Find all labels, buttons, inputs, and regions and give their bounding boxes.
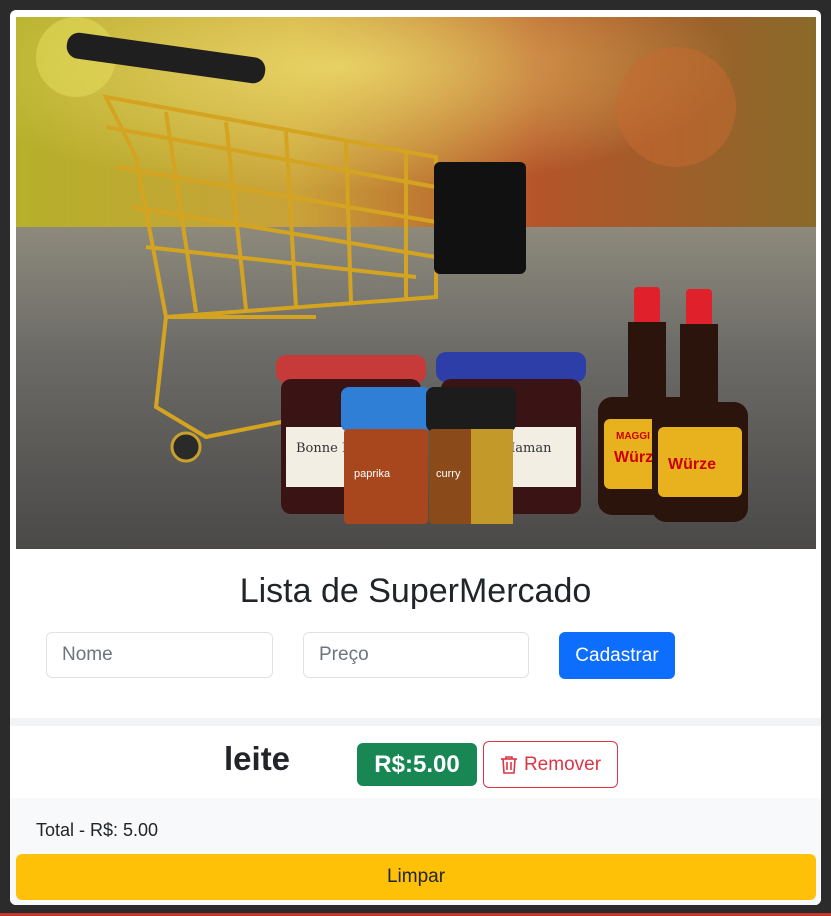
bottle-label-2: Würze — [668, 456, 716, 473]
remove-button[interactable]: Remover — [483, 741, 618, 788]
spice-label-1: paprika — [354, 468, 391, 480]
bottle-brand: MAGGI — [616, 431, 650, 442]
limpar-button[interactable]: Limpar — [16, 854, 816, 900]
cadastrar-button[interactable]: Cadastrar — [559, 632, 675, 679]
remove-button-label: Remover — [523, 753, 602, 775]
card-footer: Total - R$: 5.00 Limpar — [10, 798, 821, 905]
divider — [10, 718, 821, 726]
hero-image: Bonne Maman Bonne Maman paprika curry MA… — [16, 17, 816, 549]
total-label: Total - R$: 5.00 — [36, 820, 159, 840]
name-input[interactable] — [46, 632, 273, 678]
list-item: leite R$:5.00 Remover — [16, 726, 816, 798]
trash-icon — [500, 755, 518, 775]
shopping-cart-photo: Bonne Maman Bonne Maman paprika curry MA… — [16, 17, 816, 549]
price-badge: R$:5.00 — [357, 743, 477, 786]
page-title: Lista de SuperMercado — [239, 572, 592, 610]
main-card: Bonne Maman Bonne Maman paprika curry MA… — [10, 10, 821, 905]
spice-label-2: curry — [436, 468, 461, 480]
item-name: leite — [224, 740, 291, 777]
price-input[interactable] — [303, 632, 529, 678]
